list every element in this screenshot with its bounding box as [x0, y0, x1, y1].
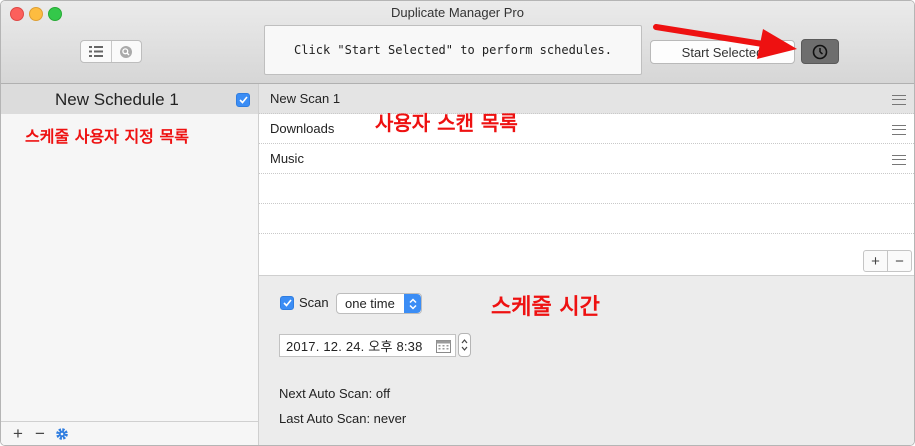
- schedule-time-annotation: 스케줄 시간: [491, 295, 600, 320]
- add-schedule-button[interactable]: +: [7, 423, 29, 445]
- frequency-select[interactable]: one time: [336, 293, 422, 314]
- schedule-enabled-checkbox[interactable]: [236, 93, 250, 107]
- scan-label: Downloads: [270, 121, 335, 136]
- search-view-button[interactable]: [112, 41, 142, 62]
- calendar-icon[interactable]: [436, 339, 451, 353]
- empty-row: [259, 174, 914, 204]
- next-auto-scan: Next Auto Scan: off: [279, 386, 391, 401]
- app-window: Duplicate Manager Pro Click "Start Selec…: [0, 0, 915, 446]
- sidebar-annotation: 스케줄 사용자 지정 목록: [25, 127, 189, 146]
- drag-handle-icon[interactable]: [892, 125, 906, 135]
- add-scan-button[interactable]: +: [864, 251, 888, 271]
- scan-toggle[interactable]: Scan: [280, 295, 329, 310]
- datetime-field[interactable]: 2017. 12. 24. 오후 8:38: [279, 334, 456, 357]
- schedule-sidebar: New Schedule 1 스케줄 사용자 지정 목록 + −: [1, 84, 259, 445]
- scan-checkbox-label: Scan: [299, 295, 329, 310]
- scan-row[interactable]: Music: [259, 144, 914, 174]
- red-arrow-annotation: [653, 24, 797, 59]
- remove-schedule-button[interactable]: −: [29, 423, 51, 445]
- scan-row[interactable]: Downloads: [259, 114, 914, 144]
- schedule-settings-button[interactable]: [51, 423, 73, 445]
- list-view-icon: [88, 46, 103, 57]
- scan-row[interactable]: New Scan 1: [259, 84, 914, 114]
- schedule-clock-button[interactable]: [801, 39, 839, 64]
- clock-icon: [812, 44, 828, 59]
- toolbar: Duplicate Manager Pro Click "Start Selec…: [1, 1, 914, 84]
- scan-list-controls: + −: [863, 250, 912, 272]
- search-icon: [120, 45, 133, 58]
- drag-handle-icon[interactable]: [892, 95, 906, 105]
- last-auto-scan: Last Auto Scan: never: [279, 411, 407, 426]
- empty-row: [259, 204, 914, 234]
- scan-list-annotation: 사용자 스캔 목록: [375, 111, 518, 135]
- scan-label: New Scan 1: [270, 91, 341, 106]
- schedule-detail-panel: Scan one time 스케줄 시간 2017. 12. 24. 오후 8:…: [259, 275, 914, 445]
- window-title: Duplicate Manager Pro: [391, 5, 524, 20]
- checkmark-icon: [282, 298, 292, 307]
- status-message: Click "Start Selected" to perform schedu…: [264, 25, 642, 75]
- view-segmented-control: [80, 40, 142, 63]
- gear-icon: [56, 428, 68, 440]
- chevron-up-down-icon: [404, 294, 421, 313]
- schedule-name: New Schedule 1: [55, 90, 179, 109]
- list-view-button[interactable]: [81, 41, 112, 62]
- drag-handle-icon[interactable]: [892, 155, 906, 165]
- sidebar-footer: + −: [1, 421, 258, 445]
- scan-list: New Scan 1 Downloads Music 사용자 스캔 목록 + −: [259, 84, 914, 275]
- remove-scan-button[interactable]: −: [888, 251, 911, 271]
- checkmark-icon: [238, 96, 248, 104]
- datetime-stepper[interactable]: [458, 333, 471, 357]
- frequency-value: one time: [345, 296, 395, 311]
- schedule-row[interactable]: New Schedule 1: [1, 84, 258, 114]
- scan-label: Music: [270, 151, 304, 166]
- datetime-value: 2017. 12. 24. 오후 8:38: [286, 339, 423, 354]
- scan-checkbox[interactable]: [280, 295, 294, 310]
